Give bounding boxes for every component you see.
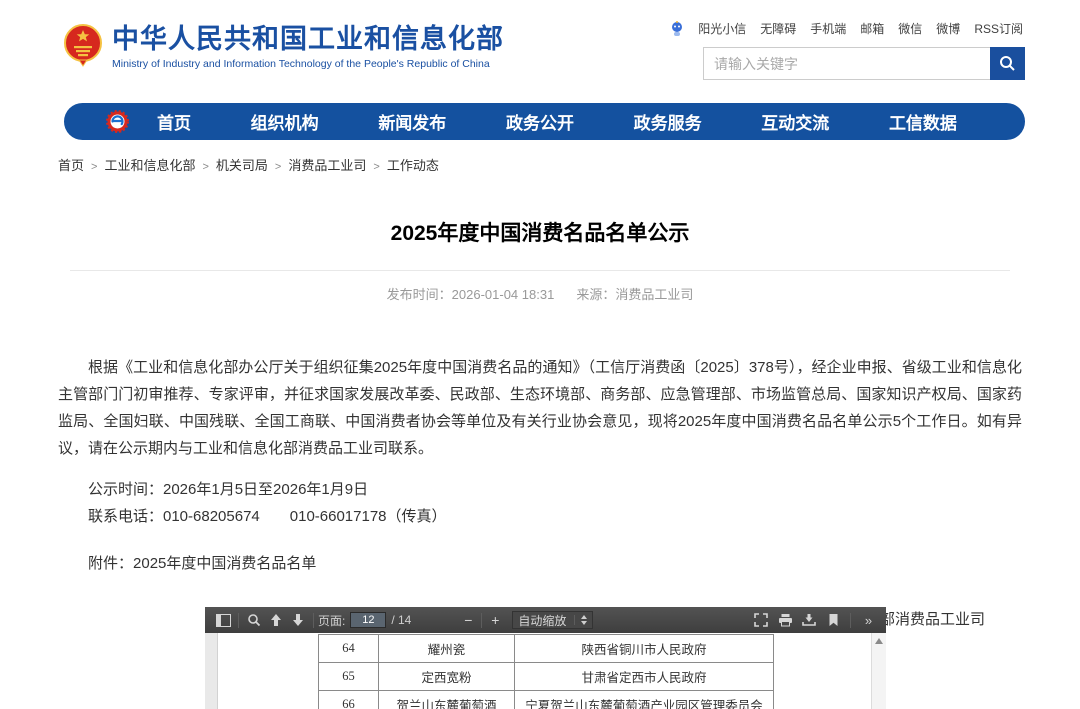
zoom-controls: − + 自动缩放 xyxy=(459,611,593,629)
download-icon[interactable] xyxy=(798,610,820,630)
presentation-mode-icon[interactable] xyxy=(750,610,772,630)
toolbar-separator xyxy=(850,613,851,628)
zoom-out-button[interactable]: − xyxy=(459,612,477,628)
site-logo[interactable]: 中华人民共和国工业和信息化部 Ministry of Industry and … xyxy=(64,22,504,72)
more-tools-button[interactable]: » xyxy=(857,610,879,630)
zoom-mode-value: 自动缩放 xyxy=(518,612,566,629)
header-link[interactable]: 邮箱 xyxy=(860,20,884,37)
page-title: 2025年度中国消费名品名单公示 xyxy=(58,217,1022,247)
pdf-table: 64 耀州瓷 陕西省铜川市人民政府 65 定西宽粉 甘肃省定西市人民政府 66 … xyxy=(318,634,774,709)
breadcrumb-item[interactable]: 机关司局 xyxy=(195,155,267,174)
pdf-content: 64 耀州瓷 陕西省铜川市人民政府 65 定西宽粉 甘肃省定西市人民政府 66 … xyxy=(205,633,886,709)
cell-government: 宁夏贺兰山东麓葡萄酒产业园区管理委员会 xyxy=(514,691,774,709)
nav-item[interactable]: 组织机构 xyxy=(251,109,319,134)
zoom-select[interactable]: 自动缩放 xyxy=(512,611,593,629)
site-subtitle: Ministry of Industry and Information Tec… xyxy=(112,58,504,70)
page-down-icon[interactable] xyxy=(287,610,309,630)
attachment-link[interactable]: 2025年度中国消费名品名单 xyxy=(133,555,316,572)
source-label: 来源： xyxy=(576,287,615,302)
cell-product-name: 耀州瓷 xyxy=(378,635,514,662)
nav-item[interactable]: 新闻发布 xyxy=(378,109,446,134)
sidebar-toggle-icon[interactable] xyxy=(212,610,234,630)
miit-gear-logo-icon xyxy=(106,110,129,133)
toolbar-separator xyxy=(238,613,239,628)
body-paragraph: 根据《工业和信息化部办公厅关于组织征集2025年度中国消费名品的通知》（工信厅消… xyxy=(58,354,1022,462)
pdf-toolbar: 页面: / 14 − + 自动缩放 xyxy=(205,607,886,633)
table-row: 66 贺兰山东麓葡萄酒 宁夏贺兰山东麓葡萄酒产业园区管理委员会 xyxy=(318,691,774,709)
contact-info: 公示时间：2026年1月5日至2026年1月9日 联系电话：010-682056… xyxy=(58,476,1022,530)
cell-product-name: 定西宽粉 xyxy=(378,663,514,690)
header-link[interactable]: 无障碍 xyxy=(760,20,796,37)
title-divider xyxy=(70,270,1010,271)
cell-government: 陕西省铜川市人民政府 xyxy=(514,635,774,662)
header-link[interactable]: 微博 xyxy=(936,20,960,37)
find-icon[interactable] xyxy=(243,610,265,630)
toolbar-separator xyxy=(313,613,314,628)
search-bar xyxy=(703,47,1025,80)
nav-item[interactable]: 工信数据 xyxy=(889,109,957,134)
nav-items: 首页 组织机构 新闻发布 政务公开 政务服务 互动交流 工信数据 xyxy=(157,109,987,134)
main-nav: 首页 组织机构 新闻发布 政务公开 政务服务 互动交流 工信数据 xyxy=(64,103,1025,140)
publish-time: 2026-01-04 18:31 xyxy=(452,287,555,302)
pdf-viewer: 页面: / 14 − + 自动缩放 xyxy=(205,607,886,709)
breadcrumb-item[interactable]: 工作动态 xyxy=(366,155,438,174)
page-total: / 14 xyxy=(391,613,411,627)
bookmark-icon[interactable] xyxy=(822,610,844,630)
nav-item[interactable]: 政务服务 xyxy=(634,109,702,134)
pdf-scrollbar[interactable] xyxy=(871,633,886,709)
attachment-line: 附件：2025年度中国消费名品名单 xyxy=(58,550,1022,577)
contact-phone: 联系电话：010-68205674 010-66017178（传真） xyxy=(58,503,1022,530)
page-label: 页面: xyxy=(318,612,345,629)
search-button[interactable] xyxy=(990,47,1025,80)
cell-number: 64 xyxy=(318,635,378,662)
national-emblem-icon xyxy=(64,22,102,72)
breadcrumb: 首页 工业和信息化部 机关司局 消费品工业司 工作动态 xyxy=(58,155,439,174)
cell-government: 甘肃省定西市人民政府 xyxy=(514,663,774,690)
mascot-icon xyxy=(670,21,684,37)
scroll-up-icon xyxy=(875,638,883,644)
zoom-select-arrows-icon xyxy=(574,615,587,625)
attachment-label: 附件： xyxy=(88,555,133,572)
page-up-icon[interactable] xyxy=(265,610,287,630)
publish-time-label: 发布时间： xyxy=(387,287,452,302)
cell-product-name: 贺兰山东麓葡萄酒 xyxy=(378,691,514,709)
cell-number: 66 xyxy=(318,691,378,709)
zoom-in-button[interactable]: + xyxy=(486,612,504,628)
nav-item[interactable]: 首页 xyxy=(157,109,191,134)
table-row: 64 耀州瓷 陕西省铜川市人民政府 xyxy=(318,635,774,663)
print-icon[interactable] xyxy=(774,610,796,630)
nav-item[interactable]: 政务公开 xyxy=(506,109,574,134)
header-link[interactable]: 阳光小信 xyxy=(698,20,746,37)
page-number-input[interactable] xyxy=(350,612,386,628)
header-link[interactable]: RSS订阅 xyxy=(974,20,1023,37)
page: 中华人民共和国工业和信息化部 Ministry of Industry and … xyxy=(0,0,1080,709)
breadcrumb-item[interactable]: 工业和信息化部 xyxy=(84,155,195,174)
source-value: 消费品工业司 xyxy=(615,287,693,302)
cell-number: 65 xyxy=(318,663,378,690)
article: 2025年度中国消费名品名单公示 发布时间：2026-01-04 18:31 来源… xyxy=(58,207,1022,654)
nav-item[interactable]: 互动交流 xyxy=(761,109,829,134)
search-input[interactable] xyxy=(703,47,990,80)
site-title-block: 中华人民共和国工业和信息化部 Ministry of Industry and … xyxy=(112,24,504,69)
article-body: 根据《工业和信息化部办公厅关于组织征集2025年度中国消费名品的通知》（工信厅消… xyxy=(58,354,1022,462)
header-links: 阳光小信 无障碍 手机端 邮箱 微信 微博 RSS订阅 xyxy=(670,20,1023,37)
table-row: 65 定西宽粉 甘肃省定西市人民政府 xyxy=(318,663,774,691)
article-meta: 发布时间：2026-01-04 18:31 来源：消费品工业司 xyxy=(58,284,1022,303)
breadcrumb-item[interactable]: 消费品工业司 xyxy=(268,155,366,174)
header-link[interactable]: 手机端 xyxy=(810,20,846,37)
notice-period: 公示时间：2026年1月5日至2026年1月9日 xyxy=(58,476,1022,503)
search-icon xyxy=(999,55,1016,72)
toolbar-right-group: » xyxy=(750,610,879,630)
site-title: 中华人民共和国工业和信息化部 xyxy=(112,24,504,55)
breadcrumb-item[interactable]: 首页 xyxy=(58,155,84,174)
toolbar-separator xyxy=(481,613,482,628)
header-link[interactable]: 微信 xyxy=(898,20,922,37)
pdf-page-edge xyxy=(205,633,218,709)
